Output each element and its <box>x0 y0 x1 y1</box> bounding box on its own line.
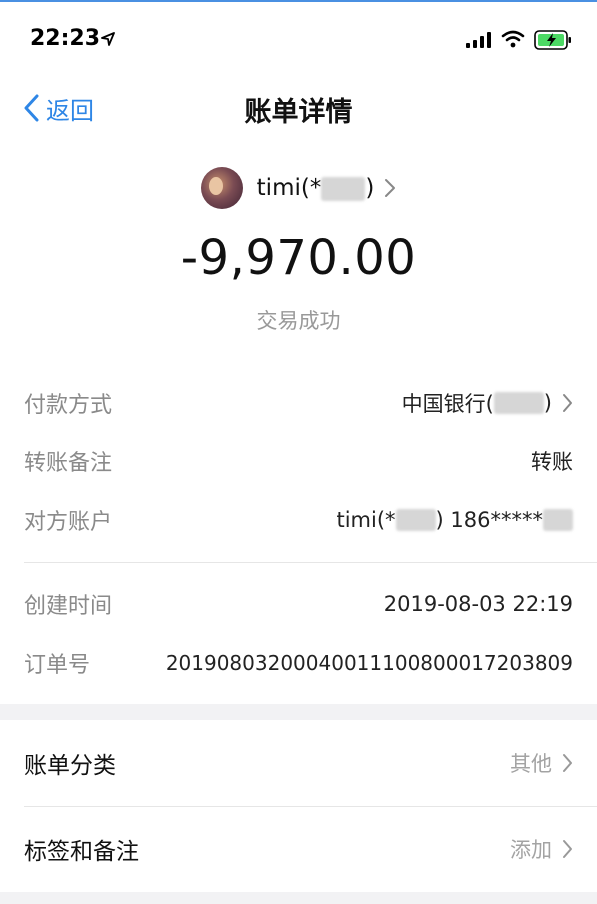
detail-row-transfer-note: 转账备注 转账 <box>24 441 573 481</box>
payee-name-suffix: ) <box>365 175 375 201</box>
status-bar: 22:23 <box>0 0 597 72</box>
detail-label: 对方账户 <box>24 510 113 535</box>
counterparty-suffix: ) 186***** <box>435 508 543 532</box>
redacted-blur <box>543 509 573 531</box>
chevron-right-icon <box>385 179 396 197</box>
payee-link[interactable]: timi(*) <box>0 166 597 210</box>
location-arrow-icon <box>101 32 115 46</box>
transaction-status: 交易成功 <box>256 309 341 333</box>
detail-label: 订单号 <box>24 653 91 678</box>
tags-value: 添加 <box>510 838 552 862</box>
redacted-blur <box>321 176 366 201</box>
divider <box>24 562 597 563</box>
detail-label: 转账备注 <box>24 451 113 476</box>
payee-name: timi(*) <box>257 175 375 201</box>
payment-method-suffix: ) <box>543 391 552 415</box>
avatar <box>200 167 243 209</box>
bottom-gap <box>0 892 597 904</box>
wifi-icon <box>501 30 525 48</box>
bill-detail-screen: 22:23 返回 账单详情 timi(*) -9,970.00 交易成功 付款… <box>0 0 597 904</box>
redacted-blur <box>395 509 436 531</box>
chevron-right-icon <box>563 394 572 412</box>
bill-category-value: 其他 <box>510 752 552 776</box>
detail-label: 创建时间 <box>24 594 113 619</box>
detail-label: 付款方式 <box>24 393 113 418</box>
detail-value: timi(* ) 186***** <box>336 508 573 532</box>
detail-value: 中国银行() <box>402 388 573 418</box>
status-time: 22:23 <box>30 26 101 51</box>
cell-tags-and-notes[interactable]: 标签和备注 添加 <box>24 824 573 874</box>
cell-value: 添加 <box>510 834 573 864</box>
cell-label: 标签和备注 <box>24 839 139 865</box>
detail-row-order-number: 订单号 20190803200040011100800017203809 <box>24 643 573 683</box>
cell-label: 账单分类 <box>24 753 116 779</box>
battery-charging-icon <box>534 30 571 50</box>
cell-bill-category[interactable]: 账单分类 其他 <box>24 738 573 788</box>
nav-bar: 返回 账单详情 <box>0 70 597 146</box>
section-gap <box>0 704 597 720</box>
divider <box>24 806 597 807</box>
detail-value: 2019-08-03 22:19 <box>383 592 573 616</box>
chevron-right-icon <box>563 754 572 772</box>
cellular-signal-icon <box>466 32 491 48</box>
detail-value: 20190803200040011100800017203809 <box>165 651 573 675</box>
page-title: 账单详情 <box>244 97 353 128</box>
detail-row-created-time: 创建时间 2019-08-03 22:19 <box>24 584 573 624</box>
detail-row-counterparty: 对方账户 timi(* ) 186***** <box>24 500 573 540</box>
counterparty-prefix: timi(* <box>336 508 396 532</box>
detail-row-payment-method[interactable]: 付款方式 中国银行() <box>24 383 573 423</box>
detail-value: 转账 <box>531 450 573 474</box>
chevron-right-icon <box>563 840 572 858</box>
payee-name-prefix: timi(* <box>256 175 322 201</box>
payment-method-prefix: 中国银行( <box>401 392 494 416</box>
redacted-blur <box>493 392 544 414</box>
cell-value: 其他 <box>510 748 573 778</box>
transaction-amount: -9,970.00 <box>180 230 417 286</box>
